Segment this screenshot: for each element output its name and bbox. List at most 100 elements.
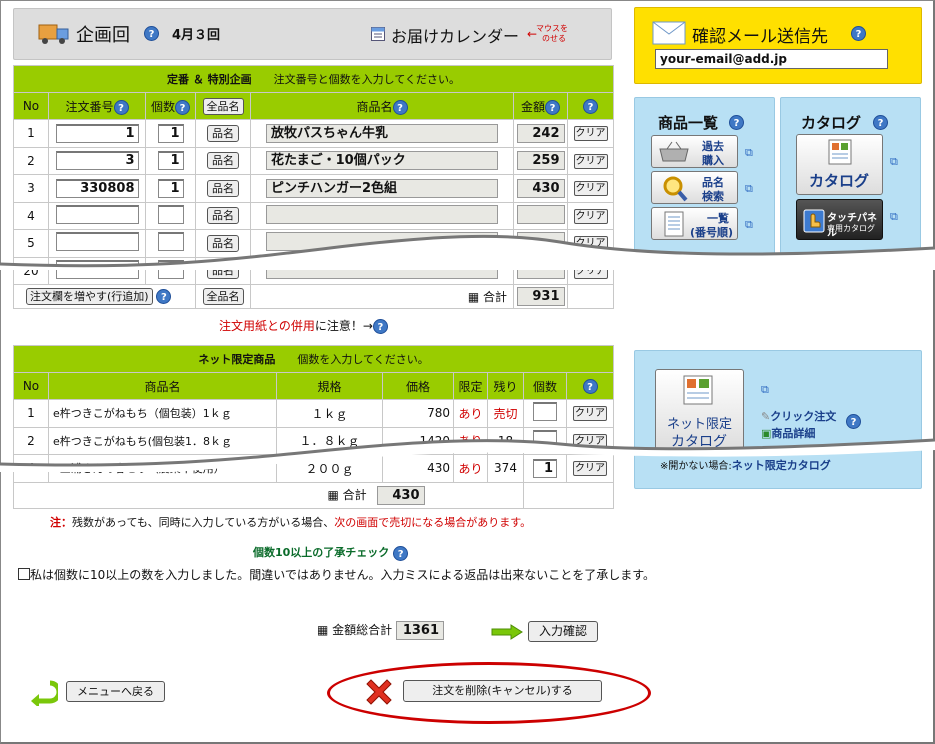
delivery-calendar-link[interactable]: お届けカレンダー	[391, 23, 519, 47]
help-icon[interactable]: ?	[582, 378, 598, 394]
product-name-button[interactable]: 品名	[207, 262, 239, 280]
clear-button[interactable]: クリア	[573, 433, 608, 449]
new-window-icon[interactable]: ⧉	[761, 383, 769, 397]
order-table: 定番 ＆ 特別企画 注文番号と個数を入力してください。 No 注文番号? 個数?…	[12, 65, 615, 309]
order-number-input[interactable]: 1	[55, 123, 139, 143]
clear-button[interactable]: クリア	[573, 461, 608, 477]
net-catalog-text-link[interactable]: ネット限定カタログ	[732, 459, 831, 472]
new-window-icon[interactable]: ⧉	[745, 218, 753, 232]
order-total-row: 注文欄を増やす(行追加) ? 全品名 ▦ 合計 931	[13, 284, 615, 309]
product-name-button[interactable]: 品名	[207, 207, 239, 225]
help-icon[interactable]: ?	[851, 26, 866, 41]
all-names-button-bottom[interactable]: 全品名	[202, 288, 244, 305]
new-window-icon[interactable]: ⧉	[890, 210, 898, 224]
col-name: 商品名	[356, 99, 393, 114]
product-list-title: 商品一覧	[658, 114, 719, 132]
help-icon[interactable]: ?	[873, 115, 888, 130]
product-detail-row[interactable]: ▣商品詳細	[761, 425, 815, 441]
magnifier-icon	[662, 175, 688, 205]
touch-label-2: 専用カタログ	[827, 224, 875, 233]
catalog-button[interactable]: カタログ	[796, 134, 883, 195]
new-window-icon[interactable]: ⧉	[745, 146, 753, 160]
help-icon[interactable]: ?	[372, 319, 388, 334]
order-number-input[interactable]: 330808	[55, 178, 139, 198]
name-search-button[interactable]: 品名 検索	[651, 171, 738, 204]
row-no: 3	[13, 174, 49, 203]
product-spec: １ｋｇ	[276, 399, 383, 428]
help-icon[interactable]: ?	[393, 545, 409, 561]
order-row: 3 330808 1 品名 ピンチハンガー2色組 430 クリア	[13, 174, 615, 203]
clear-button[interactable]: クリア	[573, 236, 608, 252]
quantity-input[interactable]: 1	[533, 458, 557, 478]
help-icon[interactable]: ?	[846, 414, 861, 429]
quantity-input[interactable]: 1	[157, 151, 184, 171]
add-rows-button[interactable]: 注文欄を増やす(行追加)	[26, 288, 153, 305]
product-spec: １．８ｋｇ	[276, 426, 383, 455]
combined-use-note: 注文用紙との併用に注意！→?	[219, 317, 388, 334]
product-name-button[interactable]: 品名	[207, 124, 239, 142]
col-price: 金額	[520, 99, 545, 114]
product-name-button[interactable]: 品名	[207, 179, 239, 197]
group-instruction: 注文番号と個数を入力してください。	[273, 73, 461, 86]
col-qty: 個数	[150, 99, 175, 114]
clear-button[interactable]: クリア	[573, 406, 608, 422]
remaining-count: 18	[487, 426, 524, 455]
clear-button[interactable]: クリア	[573, 126, 608, 142]
order-number-input[interactable]	[55, 232, 139, 252]
clear-button[interactable]: クリア	[573, 263, 608, 279]
product-spec: ２００ｇ	[276, 454, 383, 483]
quantity-input[interactable]	[533, 402, 557, 422]
quantity-input[interactable]	[157, 259, 184, 279]
help-icon[interactable]: ?	[583, 98, 598, 114]
quantity-input[interactable]	[533, 429, 557, 449]
group-instruction: 個数を入力してください。	[297, 353, 429, 366]
order-number-input[interactable]	[55, 204, 139, 224]
order-number-input[interactable]	[55, 259, 139, 279]
help-icon[interactable]: ?	[144, 26, 159, 41]
help-icon[interactable]: ?	[392, 99, 408, 115]
check-title: 個数10以上の了承チェック ?	[253, 544, 409, 561]
clear-button[interactable]: クリア	[573, 153, 608, 169]
past-purchase-button[interactable]: 過去 購入	[651, 135, 738, 168]
click-order-row[interactable]: ✎クリック注文	[761, 408, 836, 424]
back-to-menu-button[interactable]: メニューへ戻る	[66, 681, 165, 702]
confirm-checkbox[interactable]	[18, 568, 30, 580]
help-icon[interactable]: ?	[156, 289, 172, 304]
clear-button[interactable]: クリア	[573, 208, 608, 224]
net-catalog-label-1: ネット限定	[667, 417, 733, 432]
order-total: 931	[516, 287, 565, 306]
order-row: 2 3 1 品名 花たまご・10個パック 259 クリア	[13, 146, 615, 175]
quantity-input[interactable]	[157, 204, 184, 224]
clear-button[interactable]: クリア	[573, 181, 608, 197]
note-red: 注文用紙との併用	[219, 319, 315, 333]
email-input[interactable]: your-email@add.jp	[655, 49, 888, 69]
check-title-text: 個数10以上の了承チェック	[253, 546, 390, 559]
product-name-button[interactable]: 品名	[207, 234, 239, 252]
help-icon[interactable]: ?	[545, 99, 560, 115]
grand-total: ▦ 金額総合計 1361	[317, 621, 445, 640]
quantity-input[interactable]	[157, 232, 184, 252]
col-price: 価格	[405, 379, 430, 394]
help-icon[interactable]: ?	[113, 99, 129, 115]
number-list-button[interactable]: 一覧 (番号順)	[651, 207, 738, 240]
new-window-icon[interactable]: ⧉	[745, 182, 753, 196]
col-order-no: 注文番号	[65, 99, 114, 114]
help-icon[interactable]: ?	[175, 99, 190, 115]
list-label-2: (番号順)	[690, 226, 734, 239]
quantity-input[interactable]: 1	[157, 178, 184, 198]
new-window-icon[interactable]: ⧉	[890, 155, 898, 169]
input-confirm-button[interactable]: 入力確認	[528, 621, 599, 642]
help-icon[interactable]: ?	[729, 115, 744, 130]
order-number-input[interactable]: 3	[55, 151, 139, 171]
net-row: 1 e杵つきこがねもち（個包装）1ｋｇ １ｋｇ 780 あり 売切 クリア	[13, 399, 615, 428]
quantity-input[interactable]: 1	[157, 123, 184, 143]
product-name-field	[266, 232, 498, 252]
product-name-button[interactable]: 品名	[207, 152, 239, 170]
product-price: 430	[382, 454, 454, 483]
grand-total-label: 金額総合計	[332, 623, 393, 637]
touch-hand-icon	[803, 209, 825, 236]
touch-panel-catalog-button[interactable]: タッチパネル 専用カタログ	[796, 199, 883, 240]
all-names-button[interactable]: 全品名	[202, 97, 244, 115]
net-catalog-button[interactable]: ネット限定 カタログ	[655, 369, 744, 453]
delete-order-button[interactable]: 注文を削除(キャンセル)する	[403, 680, 602, 702]
